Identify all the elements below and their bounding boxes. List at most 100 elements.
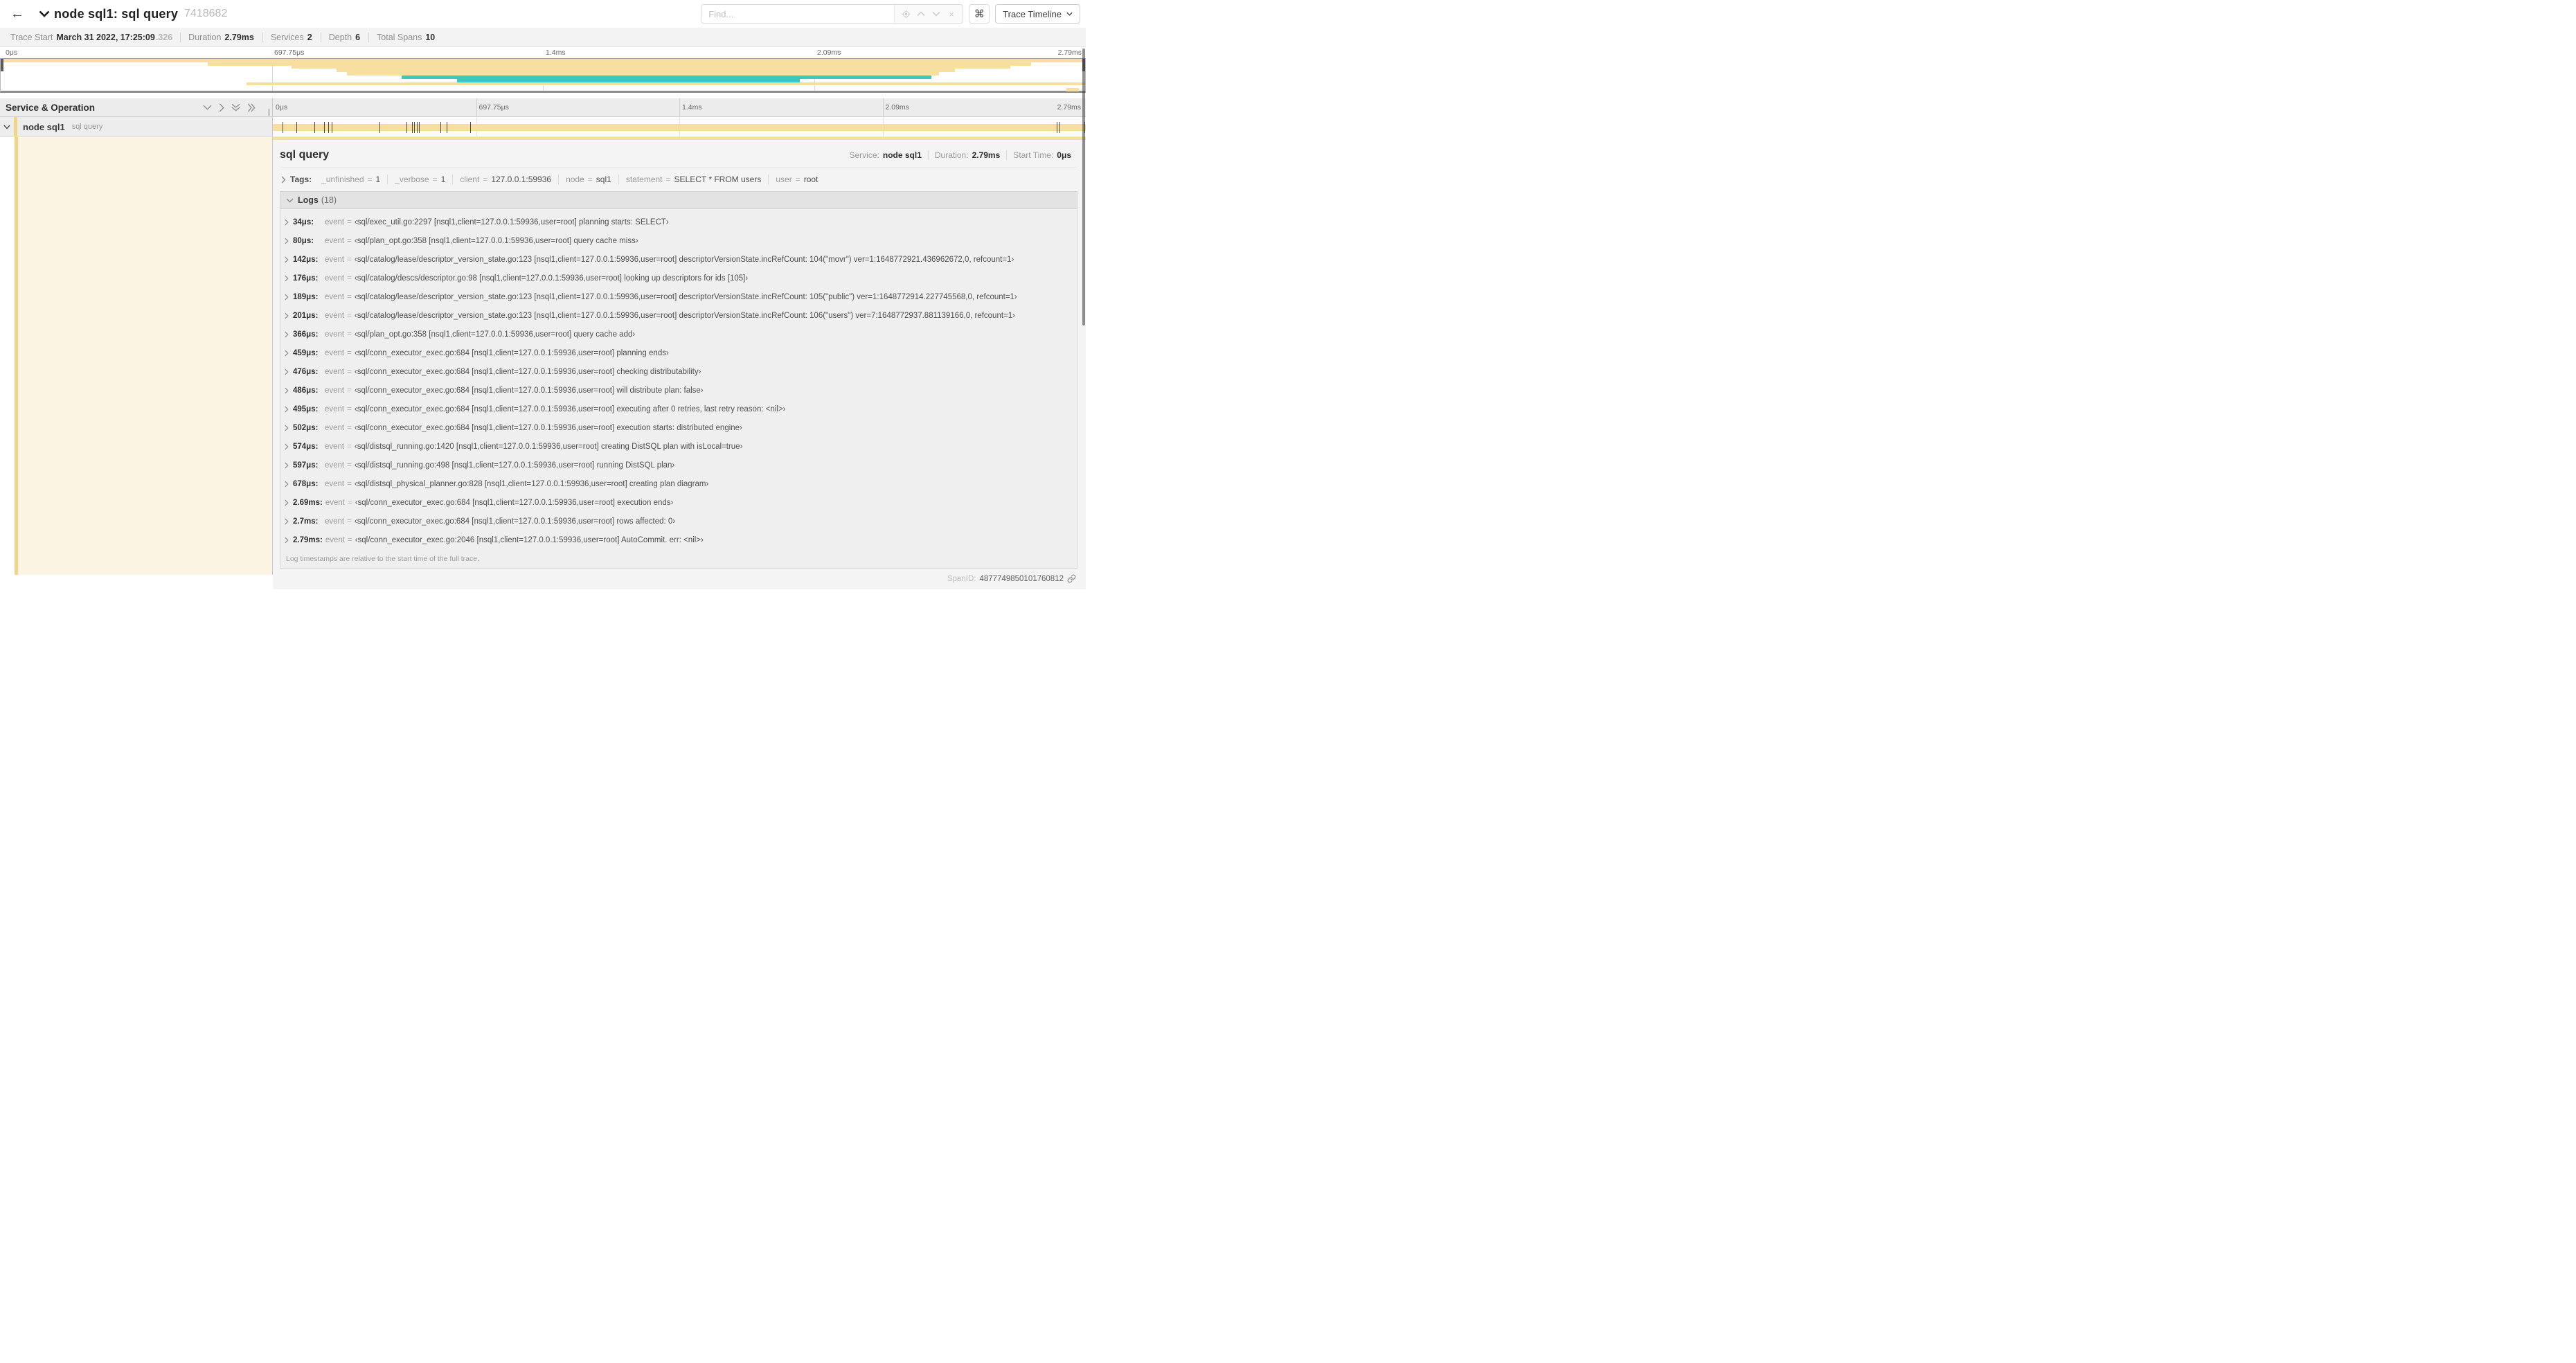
log-entry-row[interactable]: 486μs: event = ‹sql/conn_executor_exec.g… — [285, 381, 1077, 400]
span-bar-cell[interactable] — [273, 117, 1086, 137]
log-timestamp: 597μs: — [293, 461, 319, 470]
log-field-name: event — [325, 292, 345, 301]
log-entry-row[interactable]: 678μs: event = ‹sql/distsql_physical_pla… — [285, 474, 1077, 493]
log-timestamp: 176μs: — [293, 274, 319, 283]
span-detail-main: sql query Service: node sql1 Duration: 2… — [273, 137, 1086, 589]
timeline-minimap[interactable] — [0, 58, 1086, 93]
view-selector-dropdown[interactable]: Trace Timeline — [995, 4, 1080, 24]
collapse-all-icon[interactable] — [231, 103, 240, 112]
log-entry-row[interactable]: 459μs: event = ‹sql/conn_executor_exec.g… — [285, 344, 1077, 362]
log-entry-row[interactable]: 176μs: event = ‹sql/catalog/descs/descri… — [285, 269, 1077, 287]
log-field-name: event — [325, 217, 345, 226]
log-timestamp: 80μs: — [293, 236, 314, 245]
find-input[interactable] — [701, 5, 895, 23]
equals-sign: = — [347, 386, 352, 395]
logs-title: Logs — [298, 195, 319, 205]
deep-link-icon[interactable] — [1067, 574, 1076, 583]
chevron-right-icon — [285, 443, 289, 450]
log-entry-row[interactable]: 189μs: event = ‹sql/catalog/lease/descri… — [285, 287, 1077, 306]
operation-name: sql query — [71, 123, 103, 131]
gridline — [882, 98, 884, 116]
log-value: ‹sql/conn_executor_exec.go:684 [nsql1,cl… — [354, 348, 669, 357]
service-operation-title: Service & Operation — [6, 102, 96, 113]
log-timestamp: 495μs: — [293, 404, 319, 413]
scrollbar-thumb[interactable] — [1082, 48, 1085, 326]
log-entry-row[interactable]: 2.79ms: event = ‹sql/conn_executor_exec.… — [285, 531, 1077, 549]
log-value: ‹sql/exec_util.go:2297 [nsql1,client=127… — [354, 217, 669, 226]
log-timestamp: 678μs: — [293, 479, 319, 488]
log-entry-row[interactable]: 366μs: event = ‹sql/plan_opt.go:358 [nsq… — [285, 325, 1077, 344]
log-entry-row[interactable]: 2.69ms: event = ‹sql/conn_executor_exec.… — [285, 493, 1077, 512]
collapse-one-icon[interactable] — [203, 105, 212, 110]
log-entry-row[interactable]: 34μs: event = ‹sql/exec_util.go:2297 [ns… — [285, 213, 1077, 231]
equals-sign: = — [347, 348, 352, 357]
tag-item: client = 127.0.0.1:59936 — [452, 175, 558, 184]
equals-sign: = — [347, 236, 352, 245]
log-entry-row[interactable]: 597μs: event = ‹sql/distsql_running.go:4… — [285, 456, 1077, 474]
logs-count: (18) — [321, 195, 337, 205]
minimap-span-bar — [1066, 88, 1079, 91]
equals-sign: = — [347, 461, 352, 470]
ruler-tick: 697.75μs — [478, 103, 509, 112]
tag-item: node = sql1 — [558, 175, 618, 184]
log-field-name: event — [325, 461, 345, 470]
view-selector-label: Trace Timeline — [1003, 8, 1062, 19]
log-timestamp: 2.79ms: — [293, 535, 323, 544]
summary-item: Total Spans 10 — [368, 32, 443, 42]
chevron-right-icon — [285, 406, 289, 413]
page-title: node sql1: sql query — [54, 6, 179, 21]
ruler-tick: 0μs — [276, 103, 288, 112]
equals-sign: = — [347, 255, 352, 264]
prev-result-icon[interactable] — [914, 7, 928, 21]
span-row[interactable]: node sql1 sql query — [0, 117, 1086, 137]
logs-header[interactable]: Logs (18) — [280, 192, 1077, 209]
gridline — [679, 98, 680, 116]
log-entry-row[interactable]: 476μs: event = ‹sql/conn_executor_exec.g… — [285, 362, 1077, 381]
log-entry-row[interactable]: 142μs: event = ‹sql/catalog/lease/descri… — [285, 250, 1077, 269]
log-field-name: event — [325, 236, 345, 245]
back-button[interactable]: ← — [6, 2, 29, 26]
logs-footnote: Log timestamps are relative to the start… — [286, 555, 479, 563]
equals-sign: = — [347, 217, 352, 226]
log-value: ‹sql/conn_executor_exec.go:684 [nsql1,cl… — [354, 386, 704, 395]
next-result-icon[interactable] — [929, 7, 943, 21]
summary-value: 2 — [307, 32, 312, 42]
log-field-name: event — [325, 535, 345, 544]
log-timestamp: 486μs: — [293, 386, 319, 395]
tag-key: user — [776, 175, 792, 184]
ruler-tick: 697.75μs — [274, 48, 305, 57]
locate-icon[interactable] — [899, 7, 913, 21]
span-duration-bar[interactable] — [273, 124, 1086, 131]
chevron-right-icon — [285, 331, 289, 338]
column-resizer-grip[interactable]: ∥ — [267, 109, 271, 116]
log-entry-row[interactable]: 201μs: event = ‹sql/catalog/lease/descri… — [285, 306, 1077, 325]
summary-value: 6 — [355, 32, 361, 42]
log-entry-row[interactable]: 80μs: event = ‹sql/plan_opt.go:358 [nsql… — [285, 231, 1077, 250]
collapse-trace-chevron[interactable] — [39, 10, 50, 17]
log-entry-row[interactable]: 2.7ms: event = ‹sql/conn_executor_exec.g… — [285, 512, 1077, 531]
collapse-span-chevron[interactable] — [0, 125, 14, 130]
viewport-drag-handle-left[interactable] — [1, 59, 3, 71]
trace-summary-bar: Trace Start March 31 2022, 17:25:09 .326… — [0, 28, 1086, 47]
log-timestamp: 366μs: — [293, 330, 319, 339]
summary-label: Total Spans — [377, 32, 422, 42]
summary-label: Services — [270, 32, 304, 42]
chevron-right-icon — [285, 462, 289, 469]
expand-one-icon[interactable] — [219, 103, 224, 112]
meta-value: 0μs — [1057, 150, 1071, 160]
log-entry-row[interactable]: 495μs: event = ‹sql/conn_executor_exec.g… — [285, 400, 1077, 418]
ruler-tick: 2.79ms — [1057, 103, 1081, 112]
meta-value: 2.79ms — [972, 150, 1001, 160]
chevron-right-icon — [285, 481, 289, 488]
equals-sign: = — [347, 498, 352, 507]
span-name-cell[interactable]: node sql1 sql query — [0, 117, 273, 137]
tags-label: Tags: — [290, 175, 312, 184]
clear-search-icon[interactable]: × — [945, 7, 958, 21]
log-entry-row[interactable]: 574μs: event = ‹sql/distsql_running.go:1… — [285, 437, 1077, 456]
log-entry-row[interactable]: 502μs: event = ‹sql/conn_executor_exec.g… — [285, 418, 1077, 437]
keyboard-shortcuts-button[interactable]: ⌘ — [969, 4, 990, 24]
log-marker-tick — [411, 122, 413, 133]
expand-all-icon[interactable] — [247, 103, 256, 112]
tags-accordion[interactable]: Tags: _unfinished = 1 _verbose = 1 clien… — [280, 168, 1077, 190]
ruler-tick: 0μs — [6, 48, 18, 57]
